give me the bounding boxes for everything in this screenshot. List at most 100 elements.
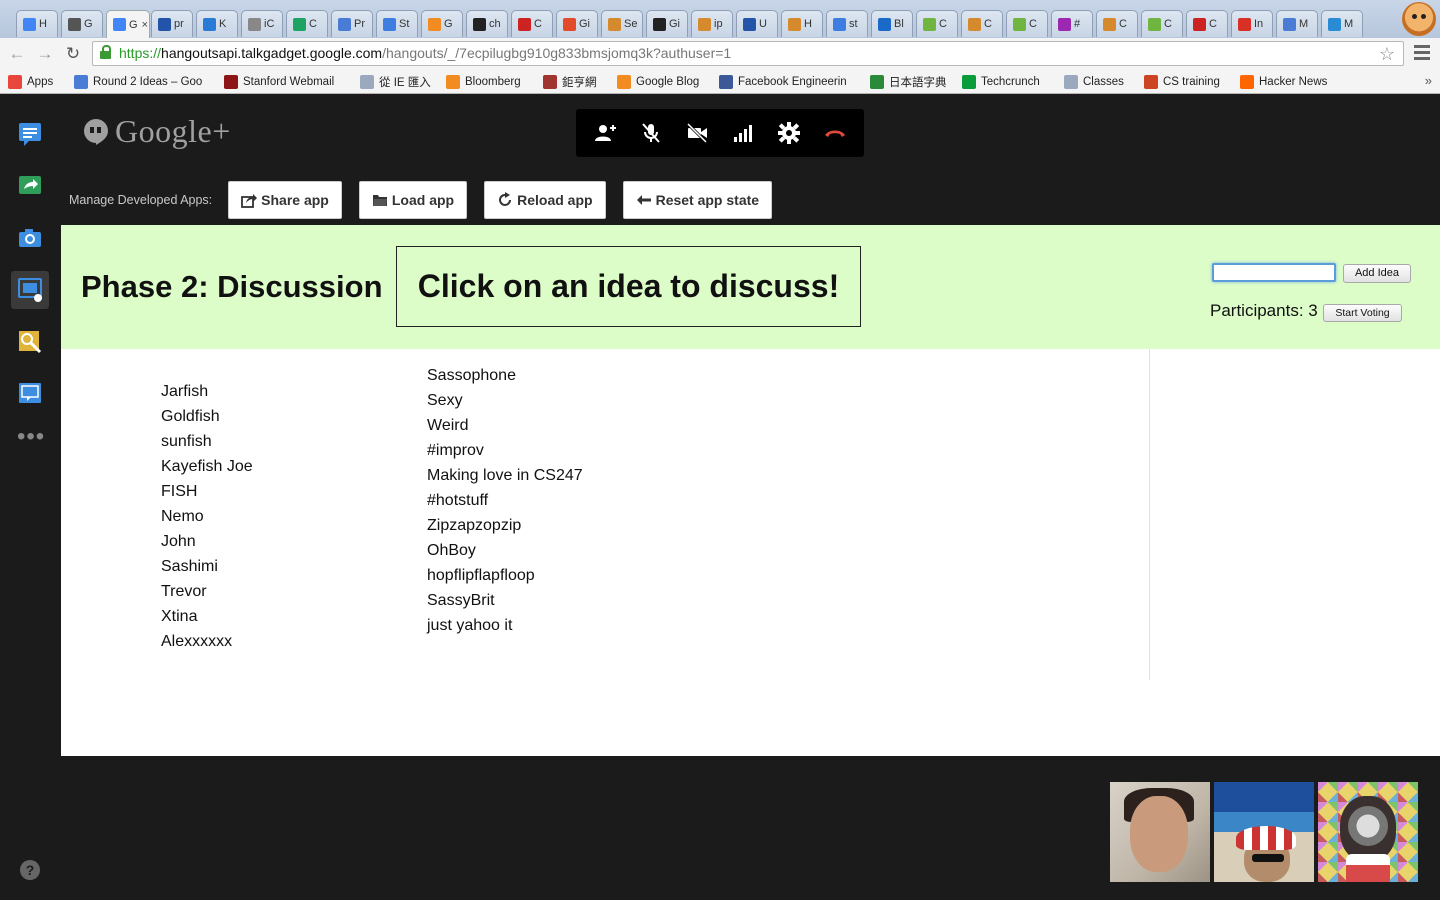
idea-item[interactable]: just yahoo it — [427, 613, 583, 638]
idea-input[interactable] — [1212, 263, 1336, 282]
browser-tab[interactable]: C — [916, 10, 958, 37]
browser-tab[interactable]: C — [1141, 10, 1183, 37]
reload-app-button[interactable]: Reload app — [484, 181, 606, 219]
idea-item[interactable]: Trevor — [161, 579, 253, 604]
back-arrow-icon[interactable]: ← — [6, 43, 28, 65]
browser-tab[interactable]: ch — [466, 10, 508, 37]
more-apps-icon[interactable]: ••• — [17, 425, 45, 449]
idea-item[interactable]: John — [161, 529, 253, 554]
start-voting-button[interactable]: Start Voting — [1323, 304, 1402, 322]
bookmark-item[interactable]: Facebook Engineerin — [719, 73, 859, 90]
bookmarks-overflow[interactable]: » — [1425, 73, 1432, 88]
browser-menu-icon[interactable] — [1414, 45, 1430, 61]
bookmark-item[interactable]: Apps — [8, 73, 64, 90]
browser-tab[interactable]: C — [1096, 10, 1138, 37]
idea-item[interactable]: sunfish — [161, 429, 253, 454]
browser-tab[interactable]: K — [196, 10, 238, 37]
rail-effects[interactable] — [11, 323, 49, 361]
bookmark-star-icon[interactable]: ☆ — [1379, 43, 1395, 65]
browser-tab[interactable]: ip — [691, 10, 733, 37]
bookmark-item[interactable]: CS training — [1144, 73, 1230, 90]
browser-tab[interactable]: C — [1186, 10, 1228, 37]
bookmark-item[interactable]: Techcrunch — [962, 73, 1054, 90]
idea-item[interactable]: Making love in CS247 — [427, 463, 583, 488]
bookmark-label: Stanford Webmail — [243, 75, 335, 88]
address-bar[interactable]: https://hangoutsapi.talkgadget.google.co… — [92, 41, 1404, 66]
idea-item[interactable]: Sexy — [427, 388, 583, 413]
idea-item[interactable]: hopflipflapfloop — [427, 563, 583, 588]
rail-app-active[interactable] — [11, 271, 49, 309]
browser-tab[interactable]: G — [61, 10, 103, 37]
add-idea-button[interactable]: Add Idea — [1343, 264, 1411, 283]
browser-tab[interactable]: St — [376, 10, 418, 37]
idea-item[interactable]: Zipzapzopzip — [427, 513, 583, 538]
idea-item[interactable]: Alexxxxxx — [161, 629, 253, 654]
participant-video-1[interactable] — [1110, 782, 1210, 882]
hang-up-button[interactable] — [822, 120, 848, 146]
browser-tab[interactable]: C — [961, 10, 1003, 37]
camera-off-button[interactable] — [684, 120, 710, 146]
bookmark-item[interactable]: Google Blog — [617, 73, 709, 90]
bookmark-item[interactable]: Hacker News — [1240, 73, 1340, 90]
bookmark-item[interactable]: 鉅亨網 — [543, 73, 607, 90]
browser-tab[interactable]: C — [1006, 10, 1048, 37]
idea-item[interactable]: OhBoy — [427, 538, 583, 563]
browser-tab[interactable]: st — [826, 10, 868, 37]
browser-tab[interactable]: G — [421, 10, 463, 37]
idea-item[interactable]: Goldfish — [161, 404, 253, 429]
browser-tab[interactable]: M — [1321, 10, 1363, 37]
browser-tab[interactable]: In — [1231, 10, 1273, 37]
rail-chat[interactable] — [11, 115, 49, 153]
bookmark-item[interactable]: Round 2 Ideas – Goo — [74, 73, 214, 90]
browser-tab[interactable]: Gi — [556, 10, 598, 37]
load-app-button[interactable]: Load app — [358, 181, 468, 219]
browser-tab[interactable]: Pr — [331, 10, 373, 37]
help-icon[interactable]: ? — [20, 860, 40, 880]
idea-item[interactable]: Nemo — [161, 504, 253, 529]
browser-tab[interactable]: Bl — [871, 10, 913, 37]
browser-tab[interactable]: pr — [151, 10, 193, 37]
mute-mic-button[interactable] — [638, 120, 664, 146]
bookmark-item[interactable]: Bloomberg — [446, 73, 534, 90]
browser-tab[interactable]: U — [736, 10, 778, 37]
browser-tab[interactable]: M — [1276, 10, 1318, 37]
idea-item[interactable]: #improv — [427, 438, 583, 463]
browser-tab[interactable]: H — [781, 10, 823, 37]
rail-app-2[interactable] — [11, 375, 49, 413]
browser-tab[interactable]: C — [511, 10, 553, 37]
participant-video-3[interactable] — [1318, 782, 1418, 882]
idea-item[interactable]: Xtina — [161, 604, 253, 629]
idea-item[interactable]: Jarfish — [161, 379, 253, 404]
invite-button[interactable] — [592, 120, 618, 146]
idea-item[interactable]: Kayefish Joe — [161, 454, 253, 479]
browser-tab[interactable]: Gi — [646, 10, 688, 37]
rail-screenshare[interactable] — [11, 167, 49, 205]
browser-tab[interactable]: C — [286, 10, 328, 37]
brand-name: Google+ — [115, 113, 231, 149]
reset-app-state-button[interactable]: Reset app state — [622, 181, 773, 219]
bookmark-item[interactable]: 日本語字典 — [870, 73, 954, 90]
browser-tab[interactable]: G × — [106, 10, 150, 38]
idea-item[interactable]: Sassophone — [427, 363, 583, 388]
bandwidth-button[interactable] — [730, 120, 756, 146]
reload-icon[interactable]: ↻ — [62, 43, 84, 65]
profile-avatar[interactable] — [1402, 2, 1436, 36]
idea-item[interactable]: #hotstuff — [427, 488, 583, 513]
idea-item[interactable]: SassyBrit — [427, 588, 583, 613]
tab-close-icon[interactable]: × — [142, 19, 148, 31]
bookmark-item[interactable]: 從 IE 匯入 — [360, 73, 436, 90]
browser-tab[interactable]: iC — [241, 10, 283, 37]
participant-video-2[interactable] — [1214, 782, 1314, 882]
bookmark-item[interactable]: Stanford Webmail — [224, 73, 352, 90]
idea-item[interactable]: Sashimi — [161, 554, 253, 579]
share-app-button[interactable]: Share app — [228, 181, 342, 219]
bookmark-item[interactable]: Classes — [1064, 73, 1134, 90]
browser-tab[interactable]: H — [16, 10, 58, 37]
idea-item[interactable]: Weird — [427, 413, 583, 438]
idea-item[interactable]: FISH — [161, 479, 253, 504]
forward-arrow-icon[interactable]: → — [34, 43, 56, 65]
browser-tab[interactable]: # — [1051, 10, 1093, 37]
rail-camera[interactable] — [11, 219, 49, 257]
browser-tab[interactable]: Se — [601, 10, 643, 37]
settings-button[interactable] — [776, 120, 802, 146]
